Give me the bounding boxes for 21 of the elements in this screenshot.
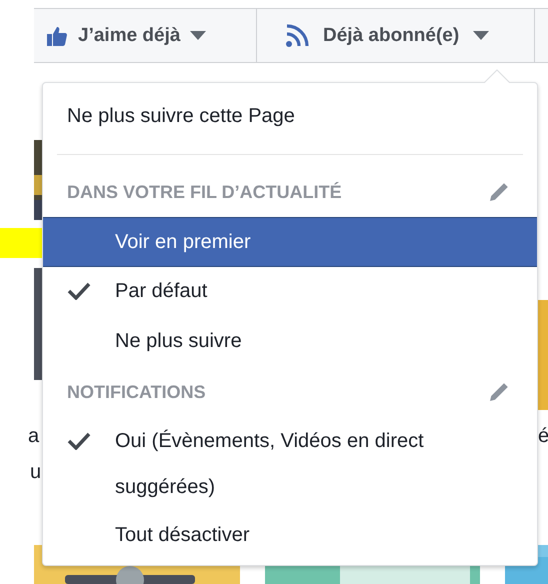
menu-option[interactable]: Voir en premier [43, 217, 537, 267]
option-label: Par défaut [115, 279, 208, 304]
thumbs-up-icon [46, 24, 68, 46]
highlight-band [0, 228, 44, 258]
text-fragment: a [28, 426, 40, 446]
section-heading: DANS VOTRE FIL D’ACTUALITÉ [67, 182, 342, 202]
rss-icon [285, 24, 309, 48]
text-fragment: é [538, 426, 548, 446]
menu-option[interactable]: Par défaut [43, 267, 537, 317]
caret-icon [190, 31, 206, 40]
menu-option[interactable]: Tout désactiver [43, 511, 537, 561]
option-label: Oui (Évènements, Vidéos en direct suggérées) [115, 428, 425, 500]
option-label: Ne plus suivre [115, 329, 242, 354]
section-heading: NOTIFICATIONS [67, 382, 206, 402]
text-fragment: u [30, 462, 42, 482]
menu-item[interactable]: Ne plus suivre cette Page [43, 97, 537, 136]
menu-option[interactable]: Oui (Évènements, Vidéos en direct suggérées) [43, 417, 537, 511]
option-label: Tout désactiver [115, 523, 250, 548]
caret-icon [473, 31, 490, 40]
option-label: Voir en premier [115, 230, 251, 255]
menu-option[interactable]: Ne plus suivre [43, 317, 537, 367]
